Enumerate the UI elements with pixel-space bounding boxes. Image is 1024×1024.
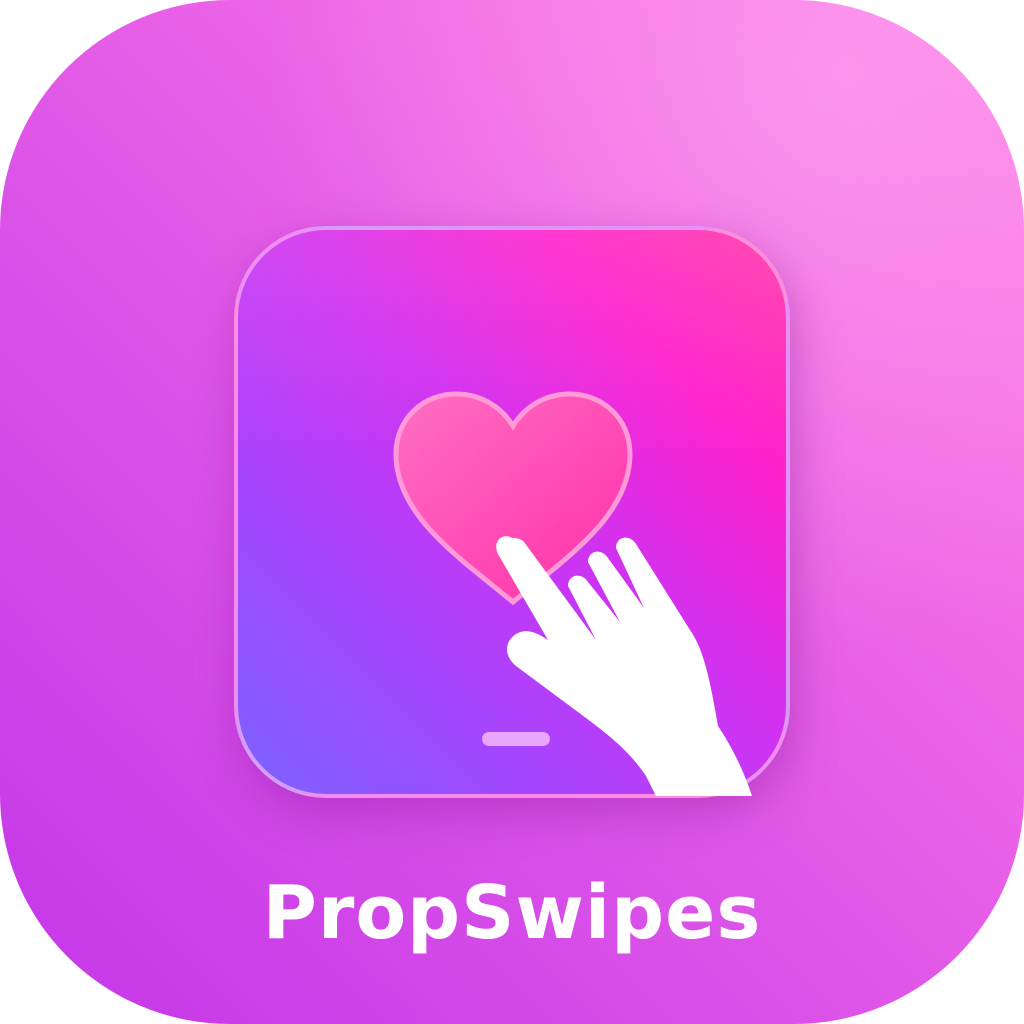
pointing-hand-icon xyxy=(496,536,752,796)
app-icon-background: PropSwipes xyxy=(0,0,1024,1024)
app-name: PropSwipes xyxy=(262,870,762,956)
